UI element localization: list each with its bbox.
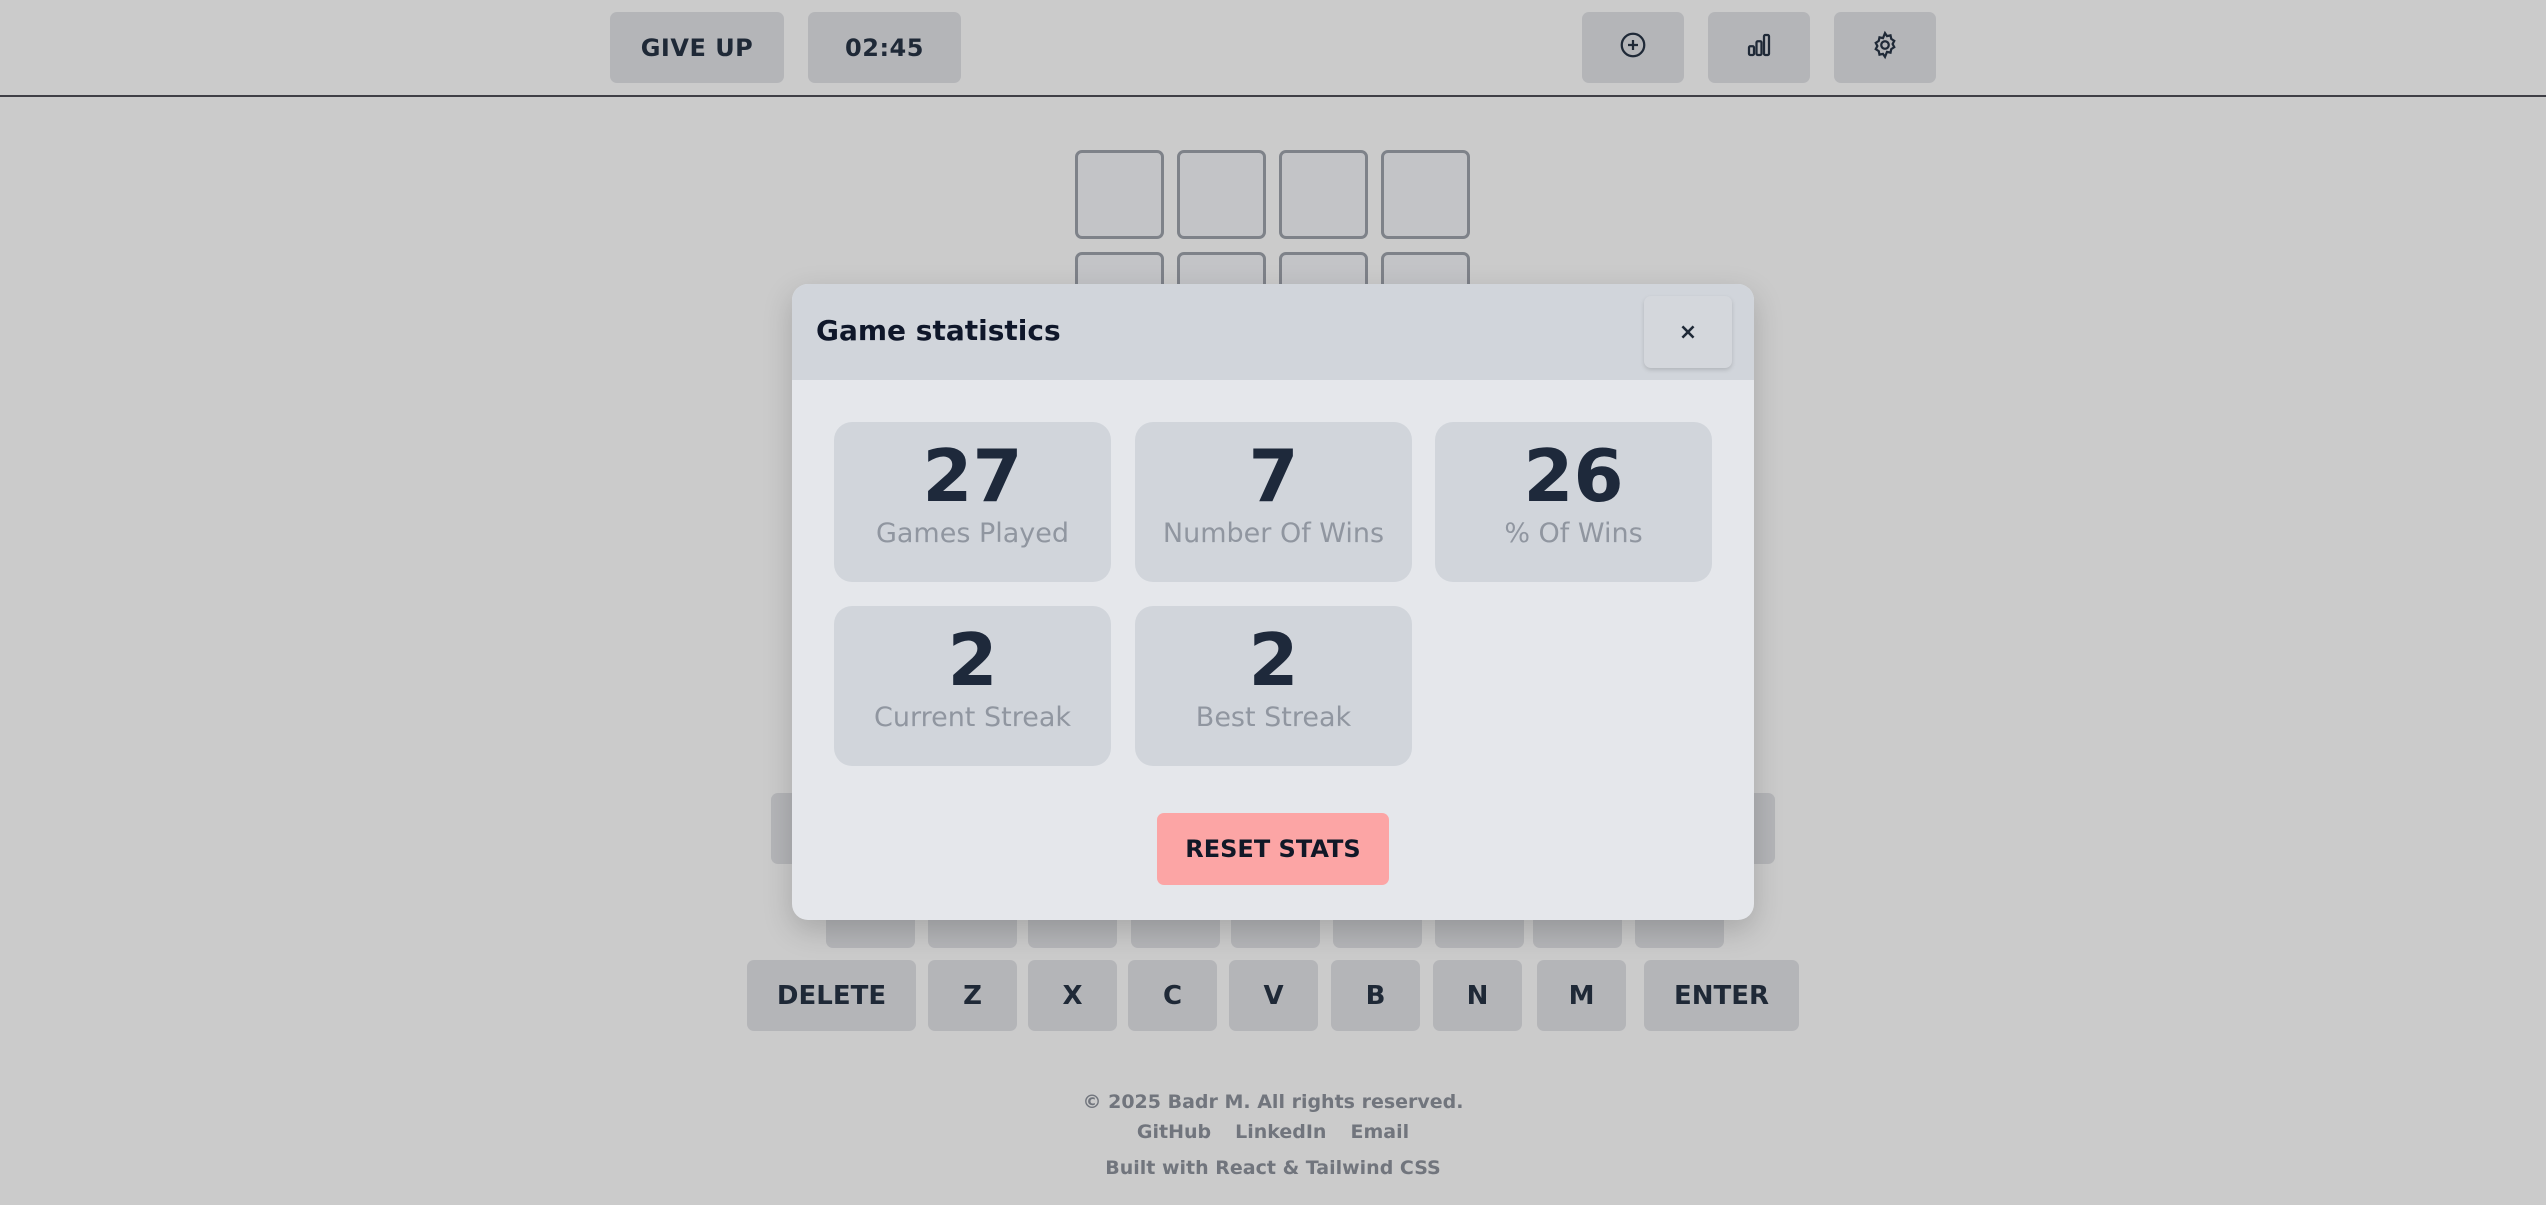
board-tile	[1279, 150, 1368, 239]
statistics-button[interactable]	[1708, 12, 1810, 83]
stat-label: Best Streak	[1195, 702, 1352, 733]
stat-label: Number Of Wins	[1162, 518, 1385, 549]
reset-stats-button[interactable]: RESET STATS	[1157, 813, 1389, 885]
key-z[interactable]: Z	[928, 960, 1017, 1031]
key-m[interactable]: M	[1537, 960, 1626, 1031]
key-n[interactable]: N	[1433, 960, 1522, 1031]
new-game-button[interactable]	[1582, 12, 1684, 83]
top-bar: GIVE UP 02:45	[0, 0, 2546, 97]
stat-label: Games Played	[875, 518, 1070, 549]
delete-key[interactable]: DELETE	[747, 960, 916, 1031]
key-x[interactable]: X	[1028, 960, 1117, 1031]
modal-title: Game statistics	[816, 314, 1061, 347]
stat-value: 26	[1523, 434, 1624, 518]
stat-label: % Of Wins	[1504, 518, 1643, 549]
github-link[interactable]: GitHub	[1137, 1121, 1211, 1143]
stat-value: 2	[947, 618, 998, 702]
close-icon: ×	[1678, 319, 1698, 345]
modal-header: Game statistics ×	[792, 284, 1754, 380]
enter-key[interactable]: ENTER	[1644, 960, 1799, 1031]
stat-current-streak: 2 Current Streak	[834, 606, 1111, 766]
gear-icon	[1870, 30, 1900, 66]
board-tile	[1381, 150, 1470, 239]
board-tile	[1177, 150, 1266, 239]
bar-chart-icon	[1744, 30, 1774, 66]
stat-value: 7	[1248, 434, 1299, 518]
built-with-text: Built with React & Tailwind CSS	[1105, 1157, 1441, 1179]
stat-value: 27	[922, 434, 1023, 518]
linkedin-link[interactable]: LinkedIn	[1235, 1121, 1326, 1143]
stat-best-streak: 2 Best Streak	[1135, 606, 1412, 766]
stat-games-played: 27 Games Played	[834, 422, 1111, 582]
statistics-modal: Game statistics × 27 Games Played 7 Numb…	[792, 284, 1754, 920]
give-up-button[interactable]: GIVE UP	[610, 12, 784, 83]
stat-label: Current Streak	[873, 702, 1071, 733]
footer-links: GitHub LinkedIn Email	[0, 1121, 2546, 1143]
email-link[interactable]: Email	[1350, 1121, 1409, 1143]
close-button[interactable]: ×	[1644, 296, 1732, 368]
copyright-text: © 2025 Badr M. All rights reserved.	[1082, 1091, 1464, 1113]
key-b[interactable]: B	[1331, 960, 1420, 1031]
stat-number-of-wins: 7 Number Of Wins	[1135, 422, 1412, 582]
key-c[interactable]: C	[1128, 960, 1217, 1031]
timer-display: 02:45	[808, 12, 961, 83]
settings-button[interactable]	[1834, 12, 1936, 83]
plus-circle-icon	[1618, 30, 1648, 66]
key-v[interactable]: V	[1229, 960, 1318, 1031]
board-tile	[1075, 150, 1164, 239]
stat-value: 2	[1248, 618, 1299, 702]
stat-win-percentage: 26 % Of Wins	[1435, 422, 1712, 582]
